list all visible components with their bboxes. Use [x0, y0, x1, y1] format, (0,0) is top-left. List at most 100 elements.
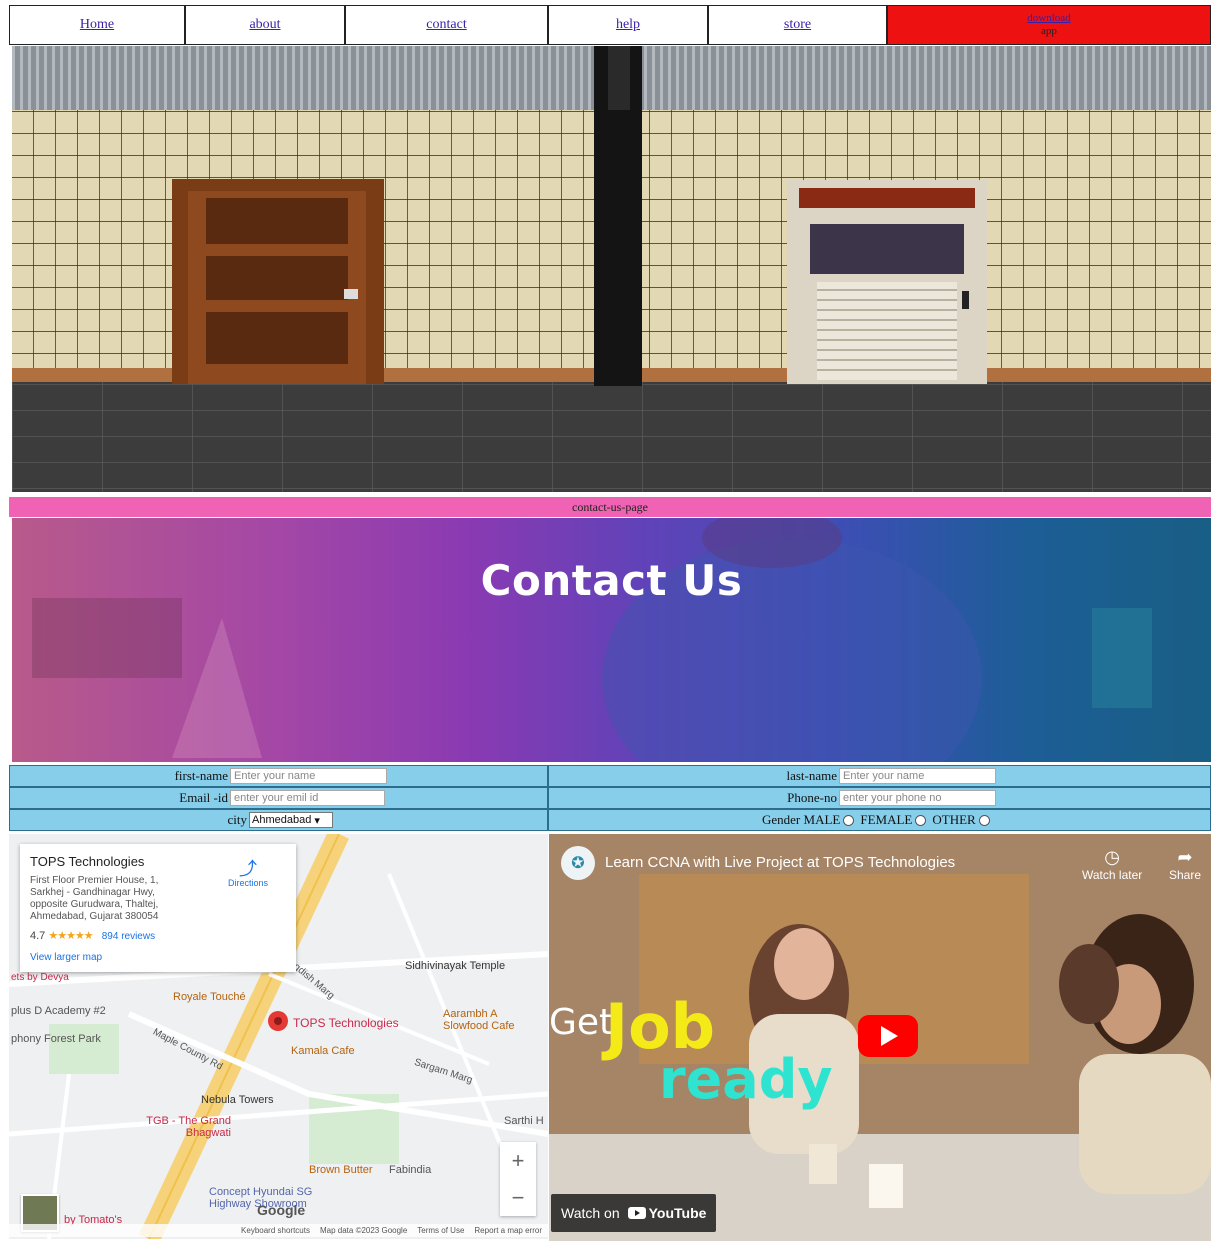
email-cell: Email -id enter your emil id [9, 787, 548, 809]
star-rating-icon: ★★★★★ [48, 930, 93, 942]
first-name-cell: first-name Enter your name [9, 765, 548, 787]
form-row-city-gender: city Ahmedabad ▾ Gender MALE FEMALE OTHE… [9, 809, 1211, 831]
map-data-text: Map data ©2023 Google [319, 1226, 408, 1235]
map-label-devya: ets by Devya [11, 972, 69, 983]
map-label-kamala: Kamala Cafe [291, 1045, 355, 1057]
share-label: Share [1169, 868, 1202, 882]
directions-button[interactable]: ⤴ Directions [222, 860, 274, 888]
directions-icon: ⤴ [239, 859, 257, 879]
top-nav: Home about contact help store download a… [9, 5, 1211, 45]
watch-on-youtube-button[interactable]: Watch on YouTube [551, 1194, 717, 1232]
form-row-names: first-name Enter your name last-name Ent… [9, 765, 1211, 787]
map-label-sarthi: Sarthi H [504, 1115, 544, 1127]
gender-other-radio[interactable] [978, 814, 990, 826]
map-label-tops: TOPS Technologies [293, 1016, 399, 1030]
map-label-nebula: Nebula Towers [201, 1094, 274, 1106]
thumbnail-text-ready: ready [659, 1048, 833, 1111]
directions-label: Directions [227, 878, 268, 888]
nav-item-contact[interactable]: contact [345, 5, 548, 45]
youtube-logo-text: YouTube [648, 1205, 707, 1221]
map-footer: Keyboard shortcuts Map data ©2023 Google… [9, 1224, 548, 1237]
nav-link-home[interactable]: Home [80, 17, 114, 33]
last-name-cell: last-name Enter your name [548, 765, 1211, 787]
video-title[interactable]: Learn CCNA with Live Project at TOPS Tec… [605, 854, 955, 871]
keyboard-shortcuts-link[interactable]: Keyboard shortcuts [241, 1226, 310, 1235]
nav-item-store[interactable]: store [708, 5, 887, 45]
youtube-logo-icon: YouTube [627, 1205, 707, 1221]
last-name-label: last-name [786, 768, 837, 783]
form-row-contact: Email -id enter your emil id Phone-no en… [9, 787, 1211, 809]
map-label-academy: plus D Academy #2 [11, 1005, 106, 1017]
watch-on-label: Watch on [561, 1205, 620, 1221]
map-place-title: TOPS Technologies [30, 854, 145, 869]
phone-cell: Phone-no enter your phone no [548, 787, 1211, 809]
google-logo: Google [257, 1202, 306, 1218]
report-error-link[interactable]: Report a map error [474, 1226, 542, 1235]
city-cell: city Ahmedabad ▾ [9, 809, 548, 831]
nav-link-store[interactable]: store [784, 17, 811, 33]
map-rating-value: 4.7 [30, 930, 46, 942]
banner-title: Contact Us [480, 556, 743, 605]
phone-input[interactable]: enter your phone no [839, 790, 996, 806]
chevron-down-icon: ▾ [314, 814, 320, 827]
nav-link-contact[interactable]: contact [426, 17, 466, 33]
watch-later-label: Watch later [1082, 868, 1143, 882]
contact-banner: Contact Us [12, 518, 1211, 762]
map-rating: 4.7 ★★★★★ 894 reviews [30, 929, 155, 942]
nav-link-help[interactable]: help [616, 17, 640, 33]
city-select-value: Ahmedabad [252, 814, 312, 826]
city-select[interactable]: Ahmedabad ▾ [249, 812, 333, 828]
map-label-fabindia: Fabindia [389, 1164, 432, 1176]
watch-later-button[interactable]: ◷ Watch later [1082, 846, 1142, 882]
map-label-royale: Royale Touché [173, 991, 246, 1003]
gender-option-male-label: MALE [803, 812, 841, 827]
map-place-address: First Floor Premier House, 1, Sarkhej - … [30, 875, 159, 922]
terms-link[interactable]: Terms of Use [417, 1226, 464, 1235]
map-label-aarambh: Aarambh A Slowfood Cafe [443, 1008, 515, 1032]
nav-item-home[interactable]: Home [9, 5, 185, 45]
map-label-forest-park: phony Forest Park [11, 1033, 101, 1045]
gender-option-female-label: FEMALE [860, 812, 913, 827]
nav-link-about[interactable]: about [249, 17, 280, 33]
contact-form: first-name Enter your name last-name Ent… [9, 765, 1211, 831]
zoom-out-icon[interactable]: − [512, 1185, 525, 1211]
nav-item-download[interactable]: download app [887, 5, 1211, 45]
youtube-video-embed[interactable]: ✪ Learn CCNA with Live Project at TOPS T… [549, 834, 1211, 1241]
google-map-embed[interactable]: Sidhivinayak Temple Royale Touché TOPS T… [9, 834, 548, 1239]
email-label: Email -id [179, 790, 228, 805]
email-input[interactable]: enter your emil id [230, 790, 385, 806]
download-link[interactable]: download [1027, 12, 1070, 25]
first-name-label: first-name [174, 768, 228, 783]
gender-cell: Gender MALE FEMALE OTHER [548, 809, 1211, 831]
nav-item-about[interactable]: about [185, 5, 345, 45]
view-larger-map-link[interactable]: View larger map [30, 952, 102, 963]
zoom-in-icon[interactable]: + [512, 1148, 525, 1174]
share-button[interactable]: ➦ Share [1169, 846, 1201, 882]
gender-label: Gender [762, 812, 801, 827]
thumbnail-text-get: Get [549, 1002, 614, 1043]
banner-background-art [32, 518, 1152, 762]
download-sub-label: app [1041, 25, 1057, 37]
clock-icon: ◷ [1104, 847, 1120, 867]
map-label-sidhivinayak: Sidhivinayak Temple [405, 960, 506, 972]
share-arrow-icon: ➦ [1177, 847, 1193, 867]
hero-image [12, 46, 1211, 492]
gender-option-other-label: OTHER [932, 812, 976, 827]
map-label-brown-butter: Brown Butter [309, 1164, 373, 1176]
city-label: city [227, 812, 248, 827]
hero-doors-illustration [12, 46, 1211, 492]
page-label-bar: contact-us-page [9, 497, 1211, 517]
gender-female-radio[interactable] [915, 814, 927, 826]
phone-label: Phone-no [787, 790, 837, 805]
gender-male-radio[interactable] [843, 814, 855, 826]
map-reviews-link[interactable]: 894 reviews [102, 931, 155, 942]
map-place-card: TOPS Technologies First Floor Premier Ho… [20, 844, 296, 972]
map-label-tgb: TGB - The Grand Bhagwati [146, 1115, 231, 1139]
page-label: contact-us-page [572, 500, 648, 514]
first-name-input[interactable]: Enter your name [230, 768, 387, 784]
play-button-icon[interactable] [858, 1015, 918, 1057]
map-zoom-controls: + − [500, 1142, 536, 1216]
nav-item-help[interactable]: help [548, 5, 708, 45]
last-name-input[interactable]: Enter your name [839, 768, 996, 784]
channel-logo-icon[interactable]: ✪ [561, 846, 595, 880]
